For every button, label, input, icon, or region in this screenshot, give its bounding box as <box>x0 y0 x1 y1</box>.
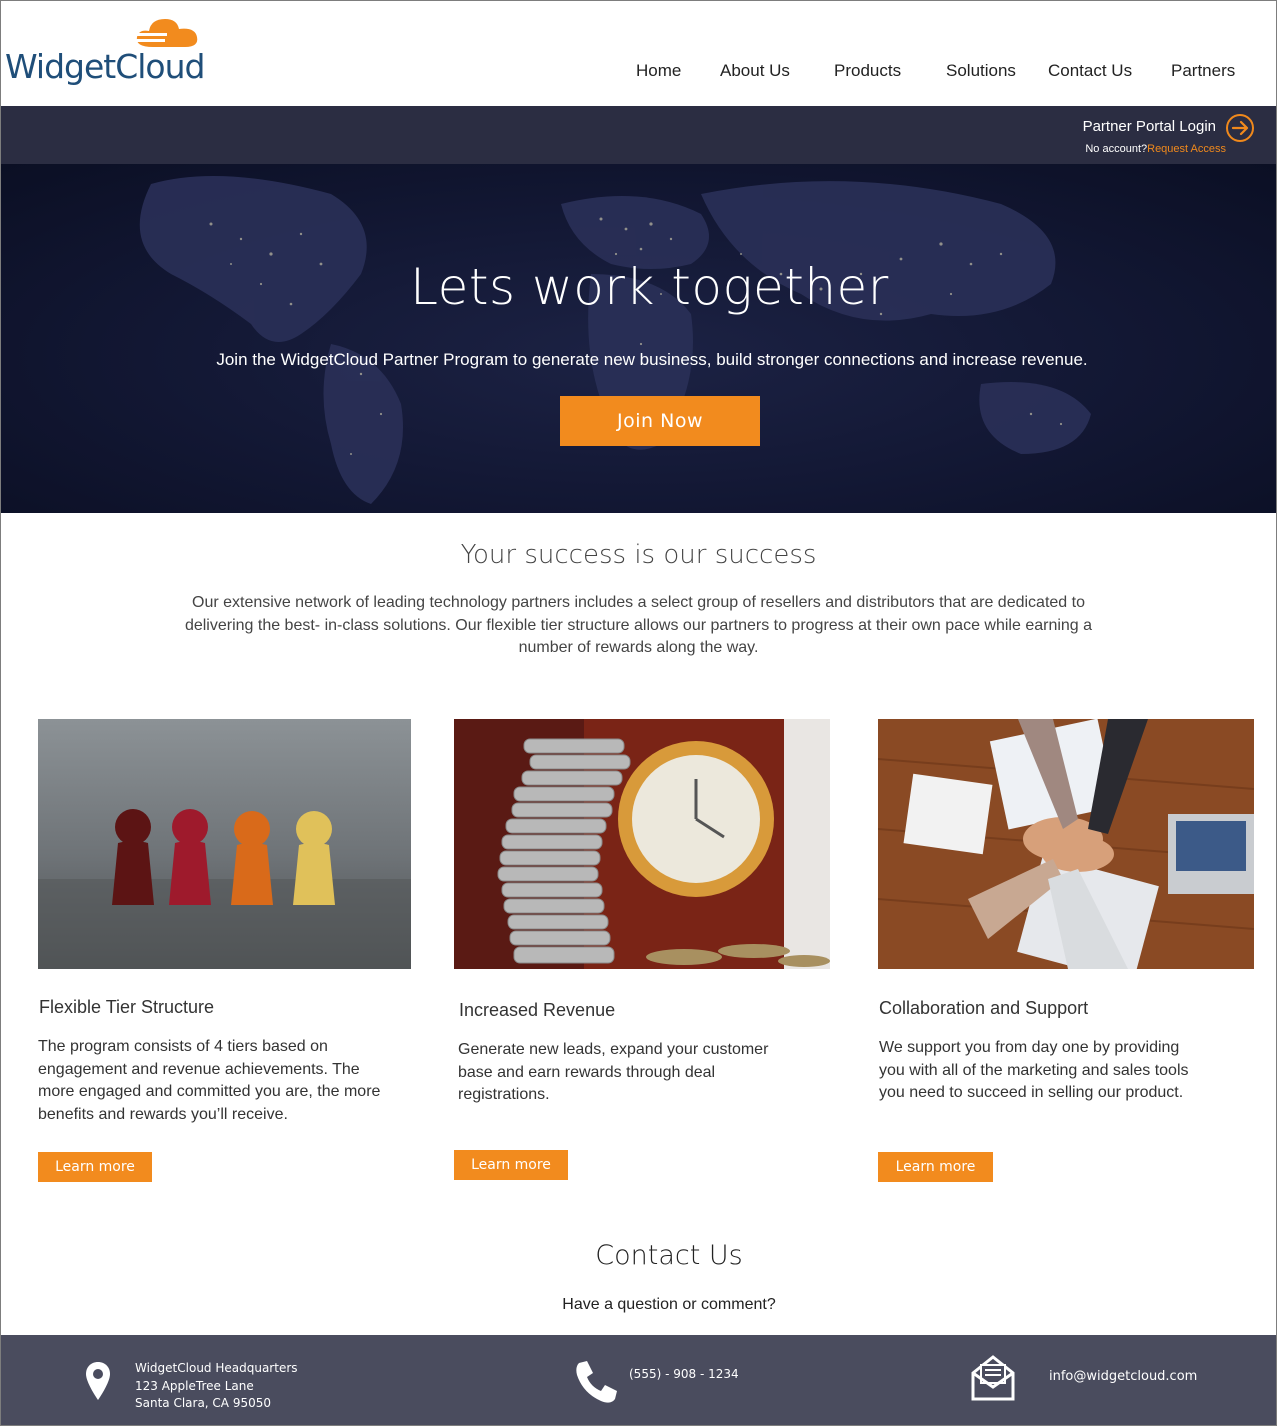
hero-subtitle: Join the WidgetCloud Partner Program to … <box>216 350 1088 369</box>
address-line-2: 123 AppleTree Lane <box>135 1378 254 1393</box>
map-pin-icon <box>86 1362 110 1400</box>
arrow-right-circle-icon[interactable] <box>1226 114 1254 142</box>
partner-portal-bar: Partner Portal Login No account?Request … <box>1 106 1276 164</box>
card-title: Flexible Tier Structure <box>39 997 215 1017</box>
card-text: Generate new leads, expand your customer… <box>458 1041 769 1103</box>
success-heading: Your success is our success <box>460 540 817 570</box>
nav-item-about-us[interactable]: About Us <box>720 61 790 81</box>
contact-subheading: Have a question or comment? <box>562 1296 776 1313</box>
no-account-text: No account?Request Access <box>1085 143 1226 155</box>
hero-banner: Lets work together Join the WidgetCloud … <box>1 164 1276 513</box>
request-access-link[interactable]: Request Access <box>1147 143 1226 155</box>
address-line-1: WidgetCloud Headquarters <box>135 1361 298 1375</box>
cloud-logo-icon <box>131 19 198 47</box>
join-now-button[interactable]: Join Now <box>560 396 760 446</box>
phone-number[interactable]: (555) - 908 - 1234 <box>629 1366 739 1384</box>
learn-more-button[interactable]: Learn more <box>38 1152 152 1182</box>
nav-item-home[interactable]: Home <box>636 61 681 81</box>
contact-heading: Contact Us <box>595 1240 743 1271</box>
pawn-figures-image <box>38 719 411 969</box>
world-map-night-image <box>139 176 1091 504</box>
coins-clock-image <box>454 719 830 969</box>
nav-item-contact-us[interactable]: Contact Us <box>1048 61 1132 81</box>
nav-item-partners[interactable]: Partners <box>1171 61 1235 81</box>
card-title: Collaboration and Support <box>879 998 1089 1018</box>
card-text: We support you from day one by providing… <box>879 1039 1189 1101</box>
card-title: Increased Revenue <box>459 1000 616 1020</box>
learn-more-button[interactable]: Learn more <box>878 1152 993 1182</box>
envelope-icon <box>971 1355 1015 1401</box>
hero-title: Lets work together <box>410 258 889 316</box>
address: WidgetCloud Headquarters 123 AppleTree L… <box>135 1360 298 1413</box>
success-paragraph: Our extensive network of leading technol… <box>184 594 1093 656</box>
main-nav: Home About Us Products Solutions Contact… <box>1 61 1276 85</box>
no-account-label: No account? <box>1085 143 1148 155</box>
phone-icon <box>576 1361 617 1403</box>
site-footer: WidgetCloud Headquarters 123 AppleTree L… <box>1 1335 1276 1425</box>
address-line-3: Santa Clara, CA 95050 <box>135 1396 272 1410</box>
partner-portal-login-link[interactable]: Partner Portal Login <box>1083 118 1216 135</box>
email-link[interactable]: info@widgetcloud.com <box>1049 1368 1197 1386</box>
nav-item-solutions[interactable]: Solutions <box>946 61 1016 81</box>
site-header: WidgetCloud Home About Us Products Solut… <box>1 1 1276 106</box>
nav-item-products[interactable]: Products <box>834 61 901 81</box>
card-text: The program consists of 4 tiers based on… <box>38 1038 381 1123</box>
learn-more-button[interactable]: Learn more <box>454 1150 568 1180</box>
team-hands-image <box>878 719 1254 969</box>
